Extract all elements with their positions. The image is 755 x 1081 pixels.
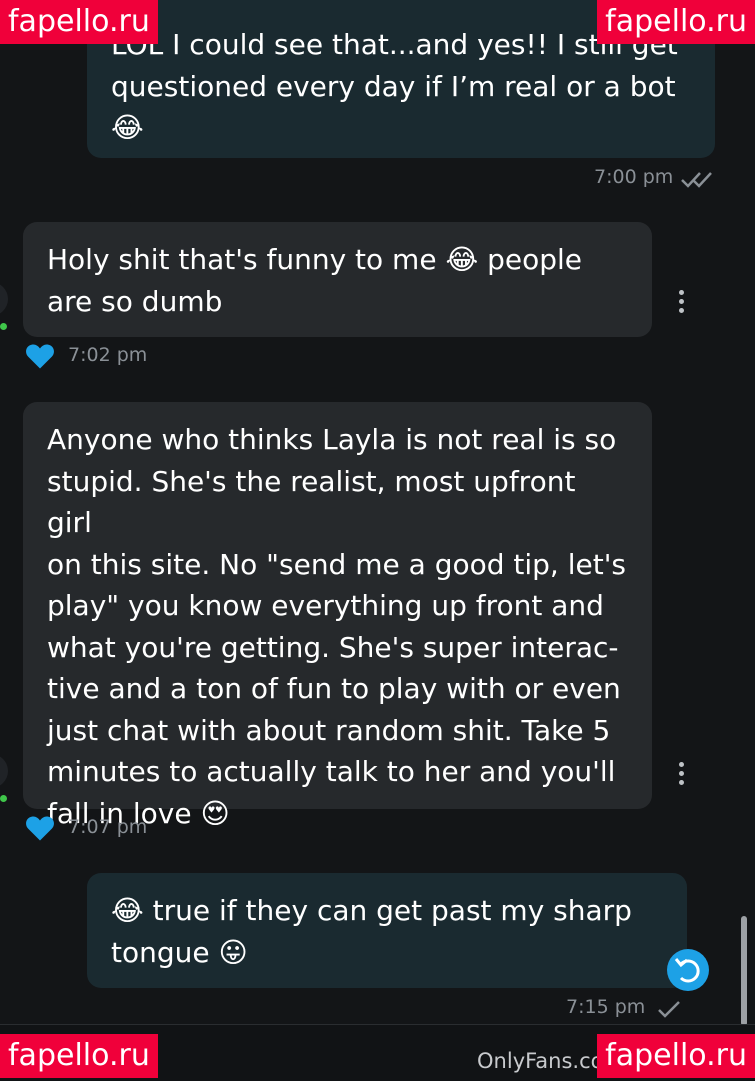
more-vertical-icon[interactable] bbox=[677, 290, 685, 316]
heart-icon[interactable] bbox=[25, 814, 55, 842]
message-text: Anyone who thinks Layla is not real is s… bbox=[47, 423, 627, 830]
avatar[interactable] bbox=[0, 282, 8, 316]
message-bubble-incoming[interactable]: Anyone who thinks Layla is not real is s… bbox=[23, 402, 652, 830]
message-time: 7:00 pm bbox=[594, 166, 674, 188]
undo-icon bbox=[674, 958, 700, 983]
watermark-label: fapello.ru bbox=[597, 0, 755, 44]
more-vertical-icon[interactable] bbox=[677, 762, 685, 788]
double-check-icon bbox=[681, 172, 712, 188]
message-bubble-incoming[interactable]: Holy shit that's funny to me 😂 people ar… bbox=[23, 222, 652, 337]
watermark-label: fapello.ru bbox=[0, 0, 158, 44]
avatar[interactable] bbox=[0, 754, 8, 788]
check-icon bbox=[658, 1001, 680, 1018]
watermark-label: fapello.ru bbox=[0, 1034, 158, 1078]
message-time: 7:07 pm bbox=[68, 816, 148, 838]
message-text: Holy shit that's funny to me 😂 people ar… bbox=[47, 243, 582, 318]
watermark-label: fapello.ru bbox=[597, 1034, 755, 1078]
scrollbar-thumb[interactable] bbox=[741, 916, 747, 1026]
message-text: 😂 true if they can get past my sharp ton… bbox=[111, 894, 632, 969]
heart-icon[interactable] bbox=[25, 342, 55, 370]
message-time: 7:02 pm bbox=[68, 344, 148, 366]
online-indicator bbox=[0, 323, 7, 330]
message-time: 7:15 pm bbox=[566, 996, 646, 1018]
undo-button[interactable] bbox=[667, 949, 709, 991]
online-indicator bbox=[0, 795, 7, 802]
message-bubble-outgoing[interactable]: 😂 true if they can get past my sharp ton… bbox=[87, 873, 687, 988]
